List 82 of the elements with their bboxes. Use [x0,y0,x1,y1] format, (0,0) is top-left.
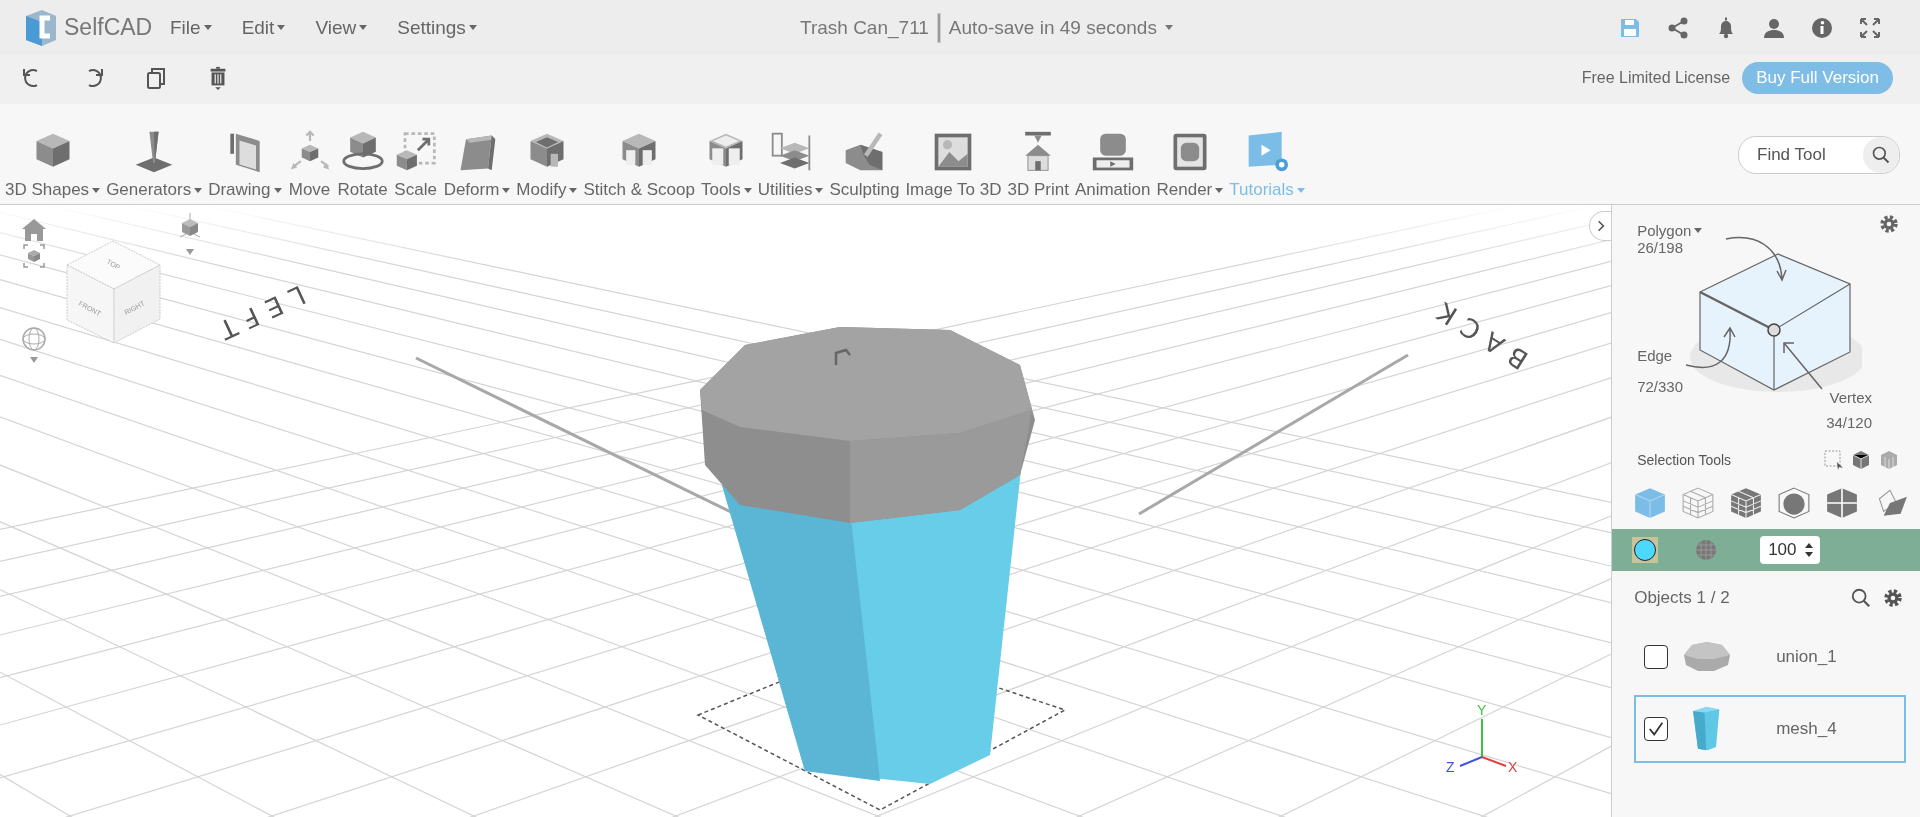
spinner-icon[interactable] [1804,542,1815,558]
toolbar-button[interactable]: Move [286,130,333,200]
caret-icon [203,25,212,30]
caret-icon [194,187,203,193]
toolbar-button[interactable]: Rotate [336,130,389,200]
objects-count: Objects 1 / 2 [1634,588,1730,608]
toolbar-button[interactable]: Sculpting [828,130,901,200]
vertex-mode-label[interactable]: Vertex [1829,389,1873,406]
toolbar-button[interactable]: Deform [442,130,512,200]
document-title[interactable]: Trash Can_711 [800,16,929,39]
toolbar-button[interactable]: Tools [699,130,753,200]
object-row[interactable]: mesh_4 [1634,695,1906,763]
opacity-input[interactable]: 100 [1766,539,1803,561]
toolbar-button[interactable]: 3D Shapes [4,130,102,200]
checkbox[interactable] [1644,717,1669,741]
vertex-count: 34/120 [1826,414,1873,431]
caret-icon [468,25,477,30]
settings-icon[interactable] [1878,213,1900,235]
menu-item[interactable]: File [170,16,212,39]
toolbar-button[interactable]: Scale [392,130,439,200]
toolbar-button[interactable]: Generators [105,130,204,200]
share-icon[interactable] [1666,15,1690,40]
search-icon [1871,145,1891,165]
sphere-in-cube-icon[interactable] [1776,485,1813,521]
caret-icon [277,25,286,30]
perspective-icon[interactable] [179,212,201,238]
caret-icon [92,187,101,193]
menu-item[interactable]: Settings [397,16,477,39]
toolbar-button[interactable]: Render [1155,130,1225,200]
toolbar-button[interactable]: Stitch & Scoop [582,130,696,200]
chevron-right-icon [1596,219,1605,233]
license-label: Free Limited License [1581,68,1731,87]
find-tool-field[interactable]: Find Tool [1738,136,1900,174]
object-name: union_1 [1776,647,1837,667]
object-name: mesh_4 [1776,719,1837,739]
axis-label: Y [1477,702,1487,718]
axis-label: X [1508,759,1518,775]
search-icon[interactable] [1850,587,1872,609]
caret-icon [1215,187,1224,193]
axis-gizmo [1459,718,1507,767]
caret-icon [273,187,282,193]
edge-count: 72/330 [1637,378,1684,395]
menu-item[interactable]: View [315,16,368,39]
box-select-icon[interactable] [1824,450,1844,470]
menu-item[interactable]: Edit [241,16,286,39]
trash-can-model[interactable] [700,327,1035,784]
home-icon[interactable] [22,219,46,241]
cube-select-icon[interactable] [1852,450,1872,470]
fit-view-icon[interactable] [23,244,45,268]
toolbar-button[interactable]: Modify [515,130,579,200]
autosave-status[interactable]: Auto-save in 49 seconds [948,16,1173,39]
copy-icon[interactable] [144,65,168,90]
info-icon[interactable] [1810,15,1834,40]
caret-icon [1164,25,1173,30]
check-icon [1647,720,1666,738]
settings-icon[interactable] [1882,587,1904,609]
search-button[interactable] [1863,137,1899,173]
checkbox[interactable] [1644,645,1669,669]
fullscreen-icon[interactable] [1858,15,1882,40]
caret-icon[interactable] [186,249,194,255]
caret-icon [1296,187,1305,193]
polygon-mode-dropdown[interactable]: Polygon [1637,222,1703,239]
section-label: Selection Tools [1637,452,1732,468]
toolbar-button[interactable]: 3D Print [1006,130,1070,200]
toolbar-button[interactable]: Animation [1073,130,1152,200]
caret-icon [743,187,752,193]
opacity-field[interactable]: 100 [1760,536,1821,564]
polygon-count: 26/198 [1637,239,1685,256]
axis-label: Z [1446,759,1455,775]
caret-icon[interactable] [30,357,38,363]
object-row[interactable]: union_1 [1634,623,1906,691]
toolbar-button[interactable]: Utilities [756,130,825,200]
app-name: SelfCAD [64,14,153,41]
caret-icon [815,187,824,193]
caret-icon [502,187,511,193]
edge-mode-label[interactable]: Edge [1637,347,1684,364]
toolbar-button[interactable]: Drawing [207,130,283,200]
find-tool-input[interactable]: Find Tool [1739,144,1859,166]
caret-icon [1694,228,1703,233]
caret-icon [359,25,368,30]
toolbar-button[interactable]: Image To 3D [904,130,1003,200]
caret-icon [569,187,578,193]
